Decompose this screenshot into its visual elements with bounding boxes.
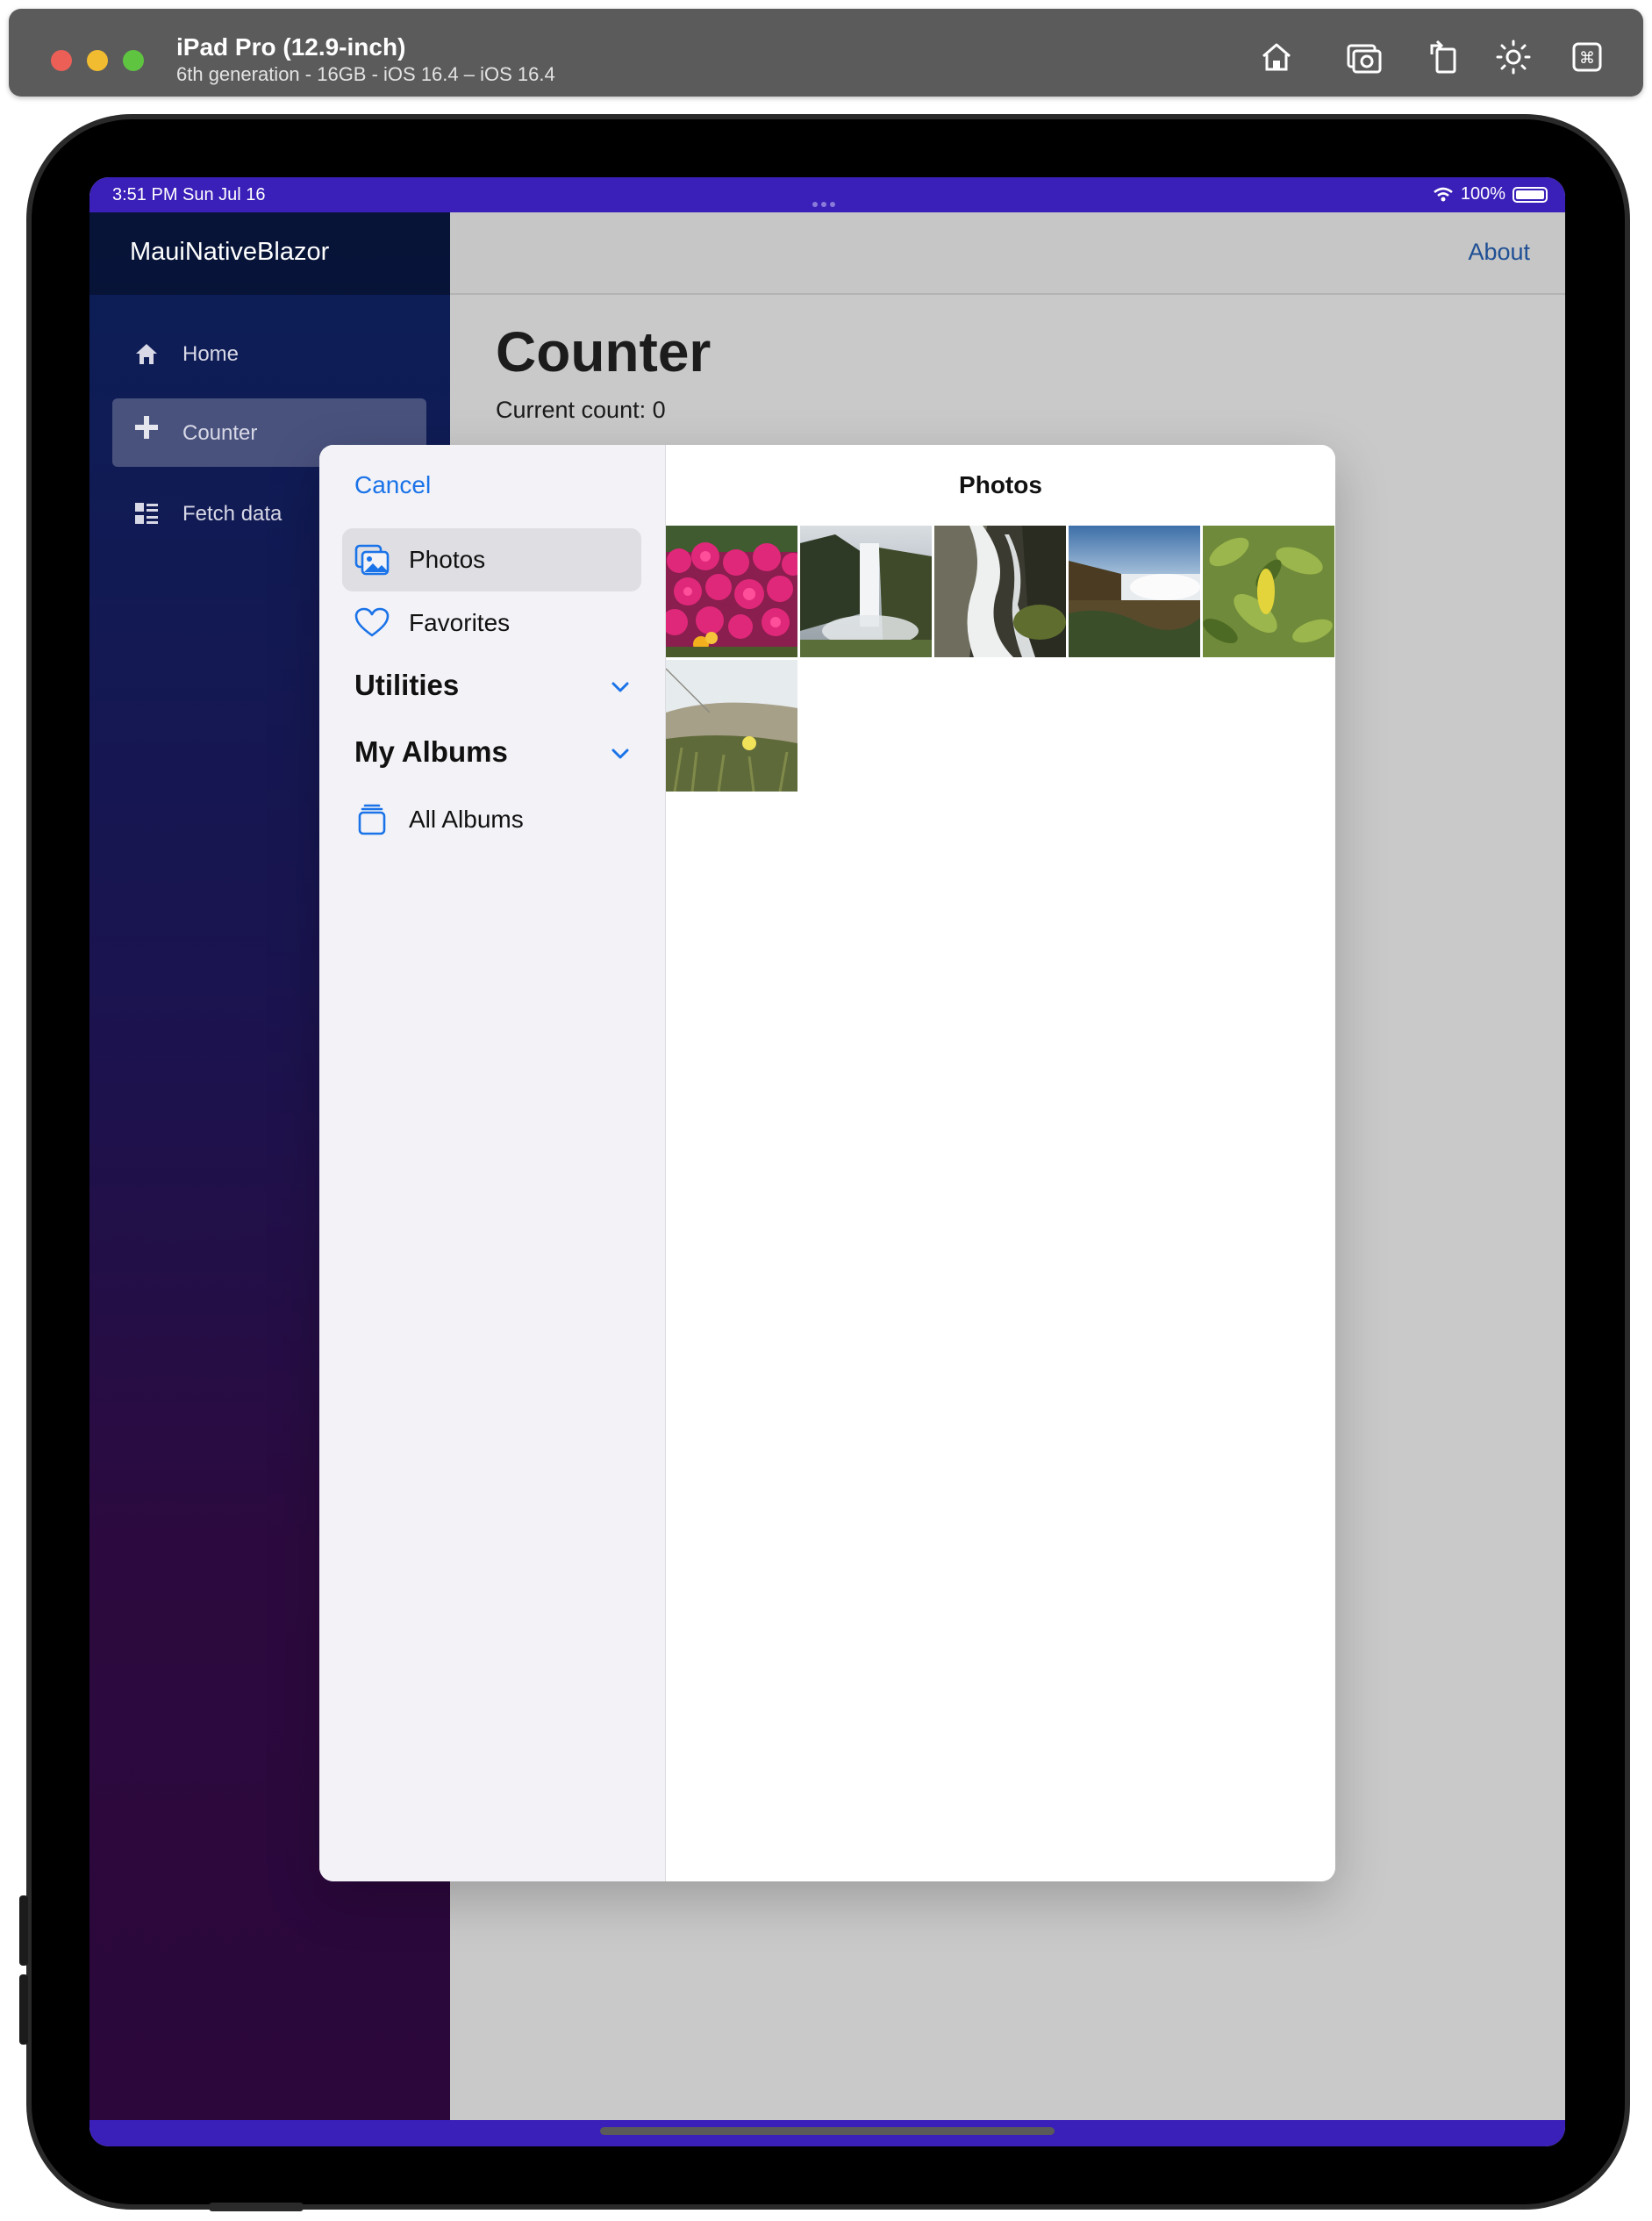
page-title: Counter — [496, 320, 712, 383]
brightness-icon[interactable] — [1493, 37, 1534, 77]
ipad-screen: 3:51 PM Sun Jul 16 100% MauiNativeBlazor… — [89, 177, 1565, 2146]
heart-icon — [354, 607, 390, 639]
status-bar: 3:51 PM Sun Jul 16 100% — [89, 177, 1565, 212]
photo-picker-sheet: Cancel Photos Favorites Utilities My Alb… — [319, 445, 1335, 1881]
picker-item-photos[interactable]: Photos — [342, 528, 641, 591]
picker-item-favorites[interactable]: Favorites — [342, 591, 641, 655]
simulator-title-bar: iPad Pro (12.9-inch) 6th generation - 16… — [9, 9, 1643, 97]
current-count: Current count: 0 — [496, 397, 666, 423]
frame-nub — [209, 2203, 304, 2211]
battery-icon — [1513, 186, 1548, 203]
volume-down-button — [19, 1974, 28, 2045]
nav-label: Home — [182, 342, 240, 366]
nav-item-home[interactable]: Home — [112, 319, 426, 388]
dune-photo[interactable] — [666, 660, 797, 792]
device-name: iPad Pro (12.9-inch) — [176, 33, 406, 61]
rotate-icon[interactable] — [1423, 37, 1463, 77]
status-right: 100% — [1433, 184, 1548, 204]
leaves-photo[interactable] — [1203, 526, 1334, 657]
picker-item-all-albums[interactable]: All Albums — [342, 788, 641, 851]
picker-sidebar: Cancel Photos Favorites Utilities My Alb… — [319, 445, 666, 1881]
home-indicator[interactable] — [600, 2127, 1055, 2135]
picker-item-label: Photos — [409, 546, 486, 573]
battery-percent: 100% — [1460, 184, 1505, 204]
multitasking-dots[interactable] — [812, 192, 842, 207]
home-icon[interactable] — [1256, 37, 1297, 77]
brand-row: MauiNativeBlazor — [89, 212, 450, 295]
nav-label: Fetch data — [182, 502, 282, 526]
albums-icon — [354, 804, 390, 835]
cancel-button[interactable]: Cancel — [354, 471, 431, 499]
chevron-down-icon[interactable] — [609, 742, 632, 765]
close-window-button[interactable] — [51, 50, 72, 71]
zoom-window-button[interactable] — [123, 50, 144, 71]
section-my-albums[interactable]: My Albums — [354, 735, 508, 769]
list-icon — [133, 500, 160, 527]
picker-main: Photos — [666, 445, 1335, 1881]
section-utilities[interactable]: Utilities — [354, 669, 459, 702]
about-link[interactable]: About — [1468, 239, 1530, 266]
nav-label: Counter — [182, 421, 258, 445]
device-details: 6th generation - 16GB - iOS 16.4 – iOS 1… — [176, 63, 555, 85]
photos-icon — [354, 544, 390, 576]
cascade-photo[interactable] — [934, 526, 1066, 657]
falls-photo[interactable] — [1069, 526, 1200, 657]
volume-up-button — [19, 1895, 28, 1966]
picker-title: Photos — [959, 471, 1042, 498]
command-icon[interactable]: ⌘ — [1567, 37, 1607, 77]
main-top-row: About — [450, 212, 1565, 295]
home-icon — [133, 340, 160, 367]
waterfall-photo[interactable] — [800, 526, 932, 657]
chevron-down-icon[interactable] — [609, 676, 632, 699]
minimize-window-button[interactable] — [87, 50, 108, 71]
picker-item-label: All Albums — [409, 806, 524, 833]
svg-text:⌘: ⌘ — [1579, 49, 1595, 68]
app-brand[interactable]: MauiNativeBlazor — [130, 238, 329, 267]
plus-icon — [133, 414, 160, 441]
screenshot-icon[interactable] — [1344, 37, 1384, 77]
status-time: 3:51 PM Sun Jul 16 — [112, 185, 266, 204]
picker-item-label: Favorites — [409, 609, 511, 636]
flowers-photo[interactable] — [666, 526, 797, 657]
wifi-icon — [1434, 187, 1453, 201]
